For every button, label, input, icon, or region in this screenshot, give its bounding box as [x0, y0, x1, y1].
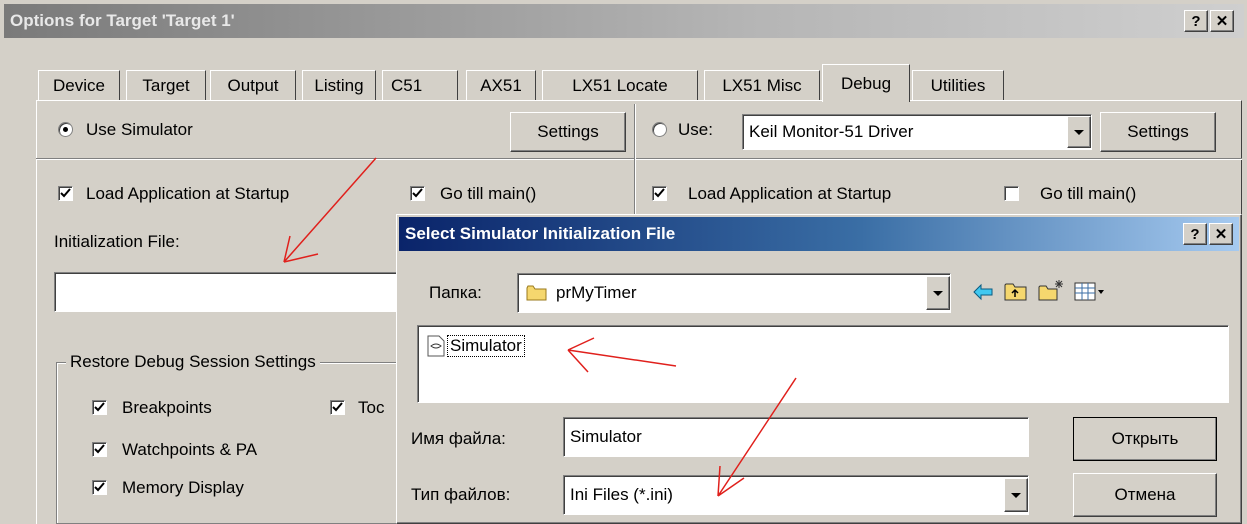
tab-utilities[interactable]: Utilities [912, 70, 1004, 100]
top-divider [36, 158, 1242, 160]
init-file-label: Initialization File: [54, 232, 180, 251]
tab-debug[interactable]: Debug [822, 64, 910, 102]
check-icon [332, 402, 343, 412]
simulator-settings-button[interactable]: Settings [510, 112, 626, 152]
button-label: Открыть [1111, 429, 1179, 448]
memory-display-checkbox[interactable] [92, 480, 107, 495]
file-dialog-title: Select Simulator Initialization File [405, 224, 676, 243]
file-close-button[interactable]: ✕ [1209, 223, 1233, 245]
toolbox-checkbox[interactable] [330, 400, 345, 415]
tab-lx51-misc[interactable]: LX51 Misc [704, 70, 820, 100]
check-icon [94, 482, 105, 492]
load-app-checkbox[interactable] [58, 186, 73, 201]
check-icon [412, 188, 423, 198]
tab-lx51-locate[interactable]: LX51 Locate [542, 70, 698, 100]
file-item-label: Simulator [447, 335, 525, 357]
button-label: Отмена [1114, 485, 1176, 504]
tab-label: Listing [314, 75, 364, 95]
dropdown-arrow-icon[interactable] [1067, 116, 1091, 148]
column-divider [634, 104, 636, 214]
tab-label: Utilities [930, 75, 986, 95]
options-dialog-title: Options for Target 'Target 1' [10, 11, 235, 30]
select-value: Keil Monitor-51 Driver [749, 122, 914, 141]
file-list[interactable] [417, 325, 1229, 403]
filetype-label: Тип файлов: [411, 485, 511, 504]
go-main-checkbox[interactable] [410, 186, 425, 201]
dropdown-arrow-icon[interactable] [1004, 478, 1028, 512]
use-simulator-radio[interactable] [58, 122, 73, 137]
toolbox-label: Toc [358, 398, 385, 417]
go-main-label: Go till main() [440, 184, 537, 203]
file-help-button[interactable]: ? [1183, 223, 1207, 245]
use-driver-radio[interactable] [652, 122, 667, 137]
options-title-bar[interactable]: Options for Target 'Target 1' [4, 4, 1244, 38]
open-button[interactable]: Открыть [1073, 417, 1217, 461]
tab-label: Target [142, 75, 190, 95]
button-label: Settings [1127, 122, 1189, 141]
watchpoints-checkbox[interactable] [92, 442, 107, 457]
use-label: Use: [678, 120, 713, 139]
tab-label: LX51 Locate [572, 75, 668, 95]
restore-group-title: Restore Debug Session Settings [66, 352, 320, 372]
watchpoints-label: Watchpoints & PA [122, 440, 258, 459]
select-value: prMyTimer [556, 283, 637, 302]
right-go-main-checkbox[interactable] [1004, 186, 1019, 201]
tab-device[interactable]: Device [38, 70, 120, 100]
tab-label: LX51 Misc [722, 75, 802, 95]
new-folder-icon[interactable] [1037, 279, 1065, 303]
breakpoints-checkbox[interactable] [92, 400, 107, 415]
tab-label: AX51 [480, 75, 522, 95]
view-menu-icon[interactable] [1073, 281, 1105, 303]
cancel-button[interactable]: Отмена [1073, 473, 1217, 517]
folder-select[interactable]: prMyTimer [517, 273, 951, 313]
file-dialog-title-bar[interactable]: Select Simulator Initialization File [399, 217, 1239, 251]
close-button[interactable]: ✕ [1210, 10, 1234, 32]
folder-label: Папка: [429, 283, 482, 302]
tab-output[interactable]: Output [210, 70, 296, 100]
filetype-select[interactable]: Ini Files (*.ini) [563, 475, 1029, 515]
check-icon [60, 188, 71, 198]
tab-label: C51 [391, 75, 423, 95]
use-simulator-label: Use Simulator [86, 120, 193, 139]
ini-file-icon [427, 335, 445, 357]
check-icon [654, 188, 665, 198]
driver-select[interactable]: Keil Monitor-51 Driver [742, 114, 1092, 150]
check-icon [94, 402, 105, 412]
up-folder-icon[interactable] [1003, 281, 1029, 303]
breakpoints-label: Breakpoints [122, 398, 212, 417]
file-list-item[interactable]: Simulator [427, 333, 525, 359]
right-load-app-checkbox[interactable] [652, 186, 667, 201]
tab-label: Output [227, 75, 279, 95]
load-app-label: Load Application at Startup [86, 184, 290, 203]
back-icon[interactable] [971, 281, 995, 303]
driver-settings-button[interactable]: Settings [1100, 112, 1216, 152]
tab-listing[interactable]: Listing [302, 70, 376, 100]
tab-target[interactable]: Target [126, 70, 206, 100]
input-value: Simulator [570, 427, 642, 446]
right-go-main-label: Go till main() [1040, 184, 1137, 203]
tab-ax51[interactable]: AX51 [466, 70, 536, 100]
select-value: Ini Files (*.ini) [570, 485, 673, 504]
dropdown-arrow-icon[interactable] [926, 276, 950, 310]
folder-icon [526, 285, 547, 301]
button-label: Settings [537, 122, 599, 141]
memory-display-label: Memory Display [122, 478, 244, 497]
filename-input[interactable]: Simulator [563, 417, 1029, 457]
check-icon [94, 444, 105, 454]
filename-label: Имя файла: [411, 429, 506, 448]
init-file-input[interactable] [54, 272, 414, 312]
tab-label: Debug [840, 73, 892, 93]
right-load-app-label: Load Application at Startup [688, 184, 892, 203]
tab-label: Device [53, 75, 105, 95]
help-button[interactable]: ? [1184, 10, 1208, 32]
select-file-dialog: Select Simulator Initialization File ? ✕… [396, 214, 1242, 524]
tab-c51[interactable]: C51 [382, 70, 458, 100]
radio-dot [63, 127, 68, 132]
